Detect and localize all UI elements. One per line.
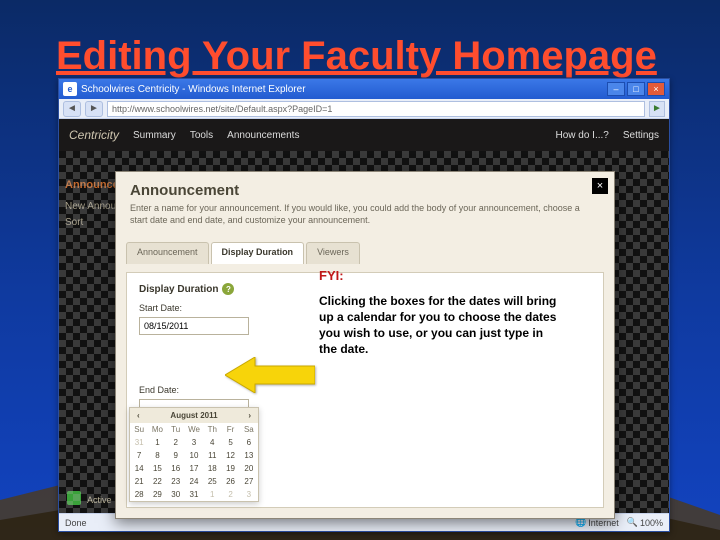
window-maximize-button[interactable]: □ [627,82,645,96]
calendar-day[interactable]: 2 [167,436,185,449]
calendar-day[interactable]: 20 [240,462,258,475]
status-left: Done [65,518,87,528]
calendar-day[interactable]: 14 [130,462,148,475]
calendar-day[interactable]: 7 [130,449,148,462]
calendar-prev-button[interactable]: ‹ [134,411,143,420]
calendar-day[interactable]: 15 [148,462,166,475]
browser-window: e Schoolwires Centricity - Windows Inter… [58,78,670,532]
calendar-day[interactable]: 6 [240,436,258,449]
calendar-day[interactable]: 1 [148,436,166,449]
browser-titlebar: e Schoolwires Centricity - Windows Inter… [59,79,669,99]
calendar-day[interactable]: 30 [167,488,185,501]
modal-tabs: Announcement Display Duration Viewers [126,242,614,264]
calendar-next-button[interactable]: › [245,411,254,420]
calendar-dow: Th [203,423,221,436]
modal-title: Announcement [130,182,600,199]
topnav-item[interactable]: Tools [190,130,213,141]
topnav-help[interactable]: How do I...? [556,130,609,141]
calendar-dow: Sa [240,423,258,436]
app-topbar: Centricity Summary Tools Announcements H… [59,119,669,151]
calendar-day[interactable]: 4 [203,436,221,449]
calendar-day[interactable]: 23 [167,475,185,488]
end-date-label: End Date: [139,385,591,395]
help-icon[interactable]: ? [222,283,234,295]
calendar-month-label: August 2011 [170,411,217,420]
fyi-heading: FYI: [319,267,559,285]
nav-go-button[interactable]: ► [649,101,665,117]
start-date-input[interactable] [139,317,249,335]
fyi-body: Clicking the boxes for the dates will br… [319,293,559,358]
nav-back-button[interactable]: ◄ [63,101,81,117]
calendar-dow: Fr [221,423,239,436]
topnav-settings[interactable]: Settings [623,130,659,141]
callout-arrow-icon [225,357,315,393]
calendar-day[interactable]: 9 [167,449,185,462]
ie-icon: e [63,82,77,96]
topnav-item[interactable]: Summary [133,130,176,141]
calendar-dow: Mo [148,423,166,436]
calendar-day[interactable]: 26 [221,475,239,488]
status-zoom[interactable]: 🔍 100% [627,517,663,528]
calendar-day[interactable]: 28 [130,488,148,501]
calendar-day[interactable]: 11 [203,449,221,462]
calendar-day[interactable]: 31 [185,488,203,501]
calendar-dow: Tu [167,423,185,436]
fyi-note: FYI: Clicking the boxes for the dates wi… [319,267,559,357]
address-bar-row: ◄ ► ► [59,99,669,119]
calendar-day[interactable]: 12 [221,449,239,462]
calendar-day[interactable]: 13 [240,449,258,462]
calendar-day-muted[interactable]: 31 [130,436,148,449]
calendar-day[interactable]: 17 [185,462,203,475]
calendar-day[interactable]: 29 [148,488,166,501]
tab-announcement[interactable]: Announcement [126,242,209,264]
calendar-day[interactable]: 25 [203,475,221,488]
window-close-button[interactable]: × [647,82,665,96]
calendar-day[interactable]: 19 [221,462,239,475]
calendar-dow: We [185,423,203,436]
status-indicator [67,491,81,505]
status-text: Active [87,495,112,505]
modal-close-button[interactable]: × [592,178,608,194]
address-input[interactable] [107,101,645,117]
calendar-day-muted[interactable]: 3 [240,488,258,501]
calendar-day[interactable]: 18 [203,462,221,475]
calendar-day-muted[interactable]: 1 [203,488,221,501]
modal-subtitle: Enter a name for your announcement. If y… [130,203,590,226]
calendar-day[interactable]: 8 [148,449,166,462]
topnav-item[interactable]: Announcements [227,130,299,141]
calendar-day[interactable]: 3 [185,436,203,449]
calendar-day[interactable]: 24 [185,475,203,488]
slide-title: Editing Your Faculty Homepage [56,34,657,79]
browser-title: Schoolwires Centricity - Windows Interne… [81,84,603,95]
date-picker-calendar: ‹ August 2011 › SuMoTuWeThFrSa3112345678… [129,407,259,502]
window-minimize-button[interactable]: – [607,82,625,96]
tab-viewers[interactable]: Viewers [306,242,360,264]
slide-stage: Editing Your Faculty Homepage e Schoolwi… [0,0,720,540]
calendar-day[interactable]: 10 [185,449,203,462]
calendar-dow: Su [130,423,148,436]
calendar-day-muted[interactable]: 2 [221,488,239,501]
app-brand: Centricity [69,128,119,142]
calendar-day[interactable]: 27 [240,475,258,488]
calendar-day[interactable]: 16 [167,462,185,475]
calendar-day[interactable]: 21 [130,475,148,488]
browser-content: Centricity Summary Tools Announcements H… [59,119,669,513]
calendar-day[interactable]: 5 [221,436,239,449]
tab-display-duration[interactable]: Display Duration [211,242,305,264]
calendar-day[interactable]: 22 [148,475,166,488]
nav-forward-button[interactable]: ► [85,101,103,117]
